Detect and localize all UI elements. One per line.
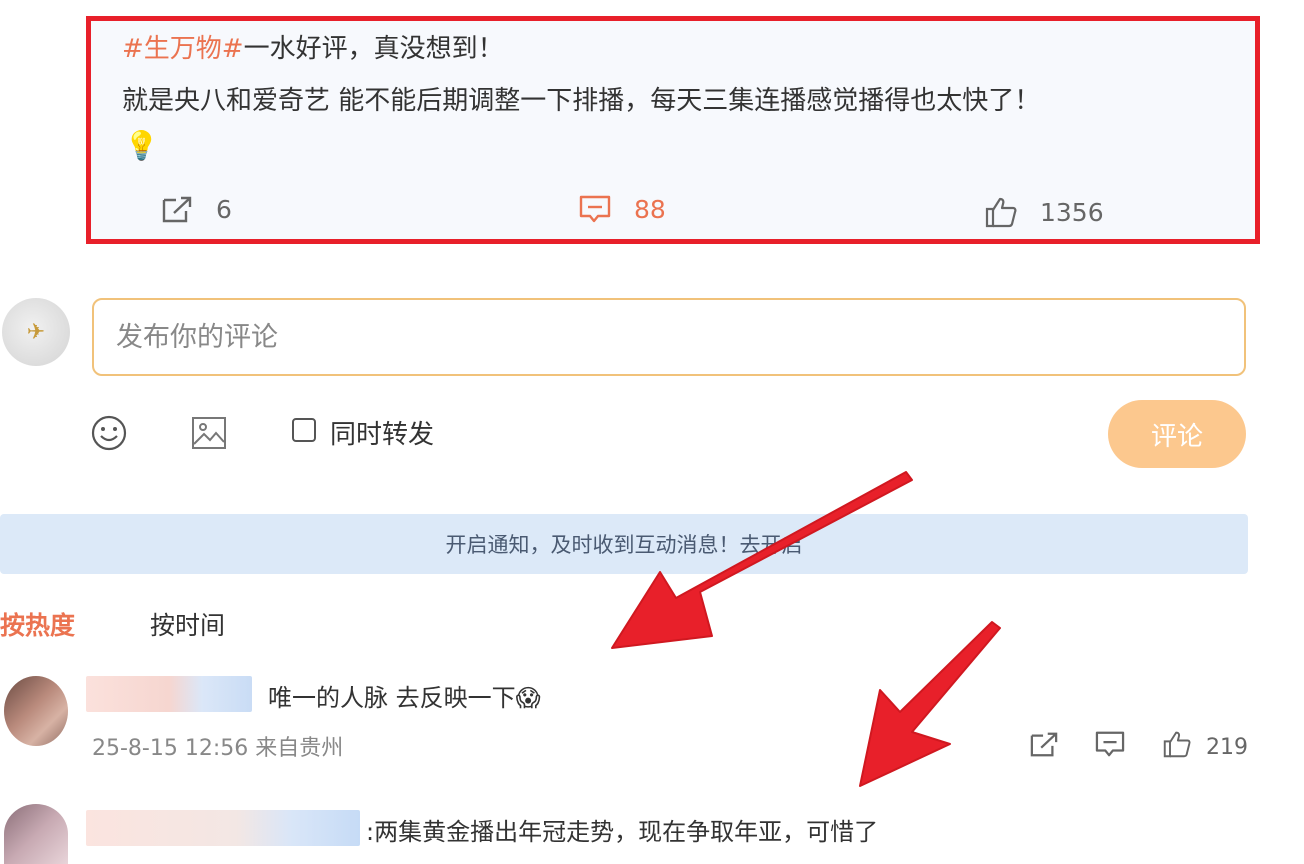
repost-label: 同时转发 — [330, 420, 435, 450]
post-like-button[interactable]: 1356 — [984, 196, 1104, 228]
tab-sort-by-hot[interactable]: 按热度 — [0, 606, 75, 642]
emoji-picker-button[interactable] — [90, 414, 128, 452]
comment-meta: 25-8-15 12:56 来自贵州 — [92, 736, 344, 761]
post-share-button[interactable]: 6 — [160, 194, 232, 224]
submit-comment-button[interactable]: 评论 — [1108, 400, 1246, 468]
share-count: 6 — [216, 194, 232, 224]
commenter-avatar[interactable] — [4, 804, 68, 864]
post-text-line-2: 就是央八和爱奇艺 能不能后期调整一下排播，每天三集连播感觉播得也太快了！ — [122, 86, 1041, 116]
thumbs-up-icon — [984, 196, 1018, 228]
thumbs-up-icon — [1162, 730, 1192, 764]
notification-banner[interactable]: 开启通知，及时收到互动消息！去开启 — [0, 514, 1248, 574]
comment-like-count: 219 — [1206, 734, 1248, 760]
comment-reply-button[interactable] — [1094, 730, 1126, 764]
post-text-line-1: #生万物#一水好评，真没想到！ — [122, 34, 504, 64]
red-arrow-icon — [859, 621, 1001, 787]
comment-like-button[interactable]: 219 — [1162, 730, 1248, 764]
comment-count: 88 — [634, 194, 666, 224]
comment-input[interactable] — [92, 298, 1246, 376]
commenter-name-blurred[interactable] — [86, 676, 252, 712]
tab-sort-by-time[interactable]: 按时间 — [150, 606, 225, 642]
comment-icon — [578, 194, 612, 224]
image-icon — [190, 417, 228, 456]
notification-text: 开启通知，及时收到互动消息！去开启 — [445, 533, 803, 557]
lightbulb-emoji-icon: 💡 — [124, 129, 159, 162]
share-icon — [1028, 730, 1060, 764]
smiley-icon — [90, 415, 128, 456]
current-user-avatar: ✈ — [2, 298, 70, 366]
commenter-avatar[interactable] — [4, 676, 68, 746]
repost-checkbox[interactable] — [292, 418, 316, 442]
post-comment-button[interactable]: 88 — [578, 194, 666, 224]
like-count: 1356 — [1040, 197, 1104, 227]
image-upload-button[interactable] — [190, 414, 228, 452]
comment-text: :两集黄金播出年冠走势，现在争取年亚，可惜了 — [366, 818, 879, 846]
topic-tag-link[interactable]: #生万物# — [122, 34, 244, 64]
comment-share-button[interactable] — [1028, 730, 1060, 764]
commenter-name-blurred[interactable] — [86, 810, 360, 846]
comment-text: 唯一的人脉 去反映一下😱 — [268, 684, 541, 712]
comment-icon — [1094, 730, 1126, 764]
share-icon — [160, 194, 194, 224]
